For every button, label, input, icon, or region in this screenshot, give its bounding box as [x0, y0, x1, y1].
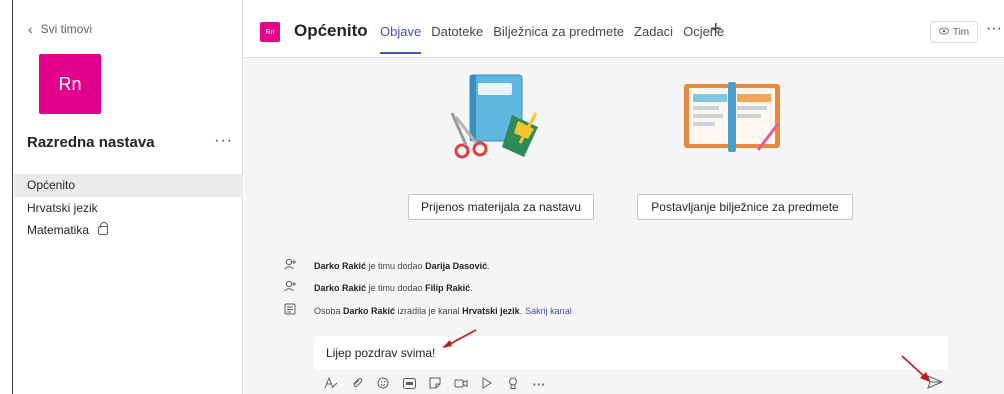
- send-button[interactable]: [927, 375, 944, 394]
- attach-icon[interactable]: [350, 377, 364, 392]
- activity-item: Osoba Darko Rakić izradila je kanal Hrva…: [280, 303, 572, 318]
- chevron-left-icon: ‹: [28, 21, 33, 37]
- actor-name: Darko Rakić: [314, 260, 367, 271]
- target-name: Filip Rakić: [425, 282, 471, 293]
- person-add-icon: [280, 280, 300, 295]
- actor-name: Darko Rakić: [314, 282, 367, 293]
- sidebar-item-matematika[interactable]: Matematika: [14, 219, 243, 242]
- channel-header: Rn Općenito Objave Datoteke Bilježnica z…: [244, 0, 1004, 58]
- tab-biljeznica[interactable]: Bilježnica za predmete: [493, 24, 624, 58]
- channel-icon: [280, 303, 300, 318]
- header-more-options-button[interactable]: ···: [986, 20, 1002, 38]
- tab-zadaci[interactable]: Zadaci: [634, 24, 673, 58]
- activity-tail: .: [487, 260, 490, 271]
- activity-item: Darko Rakić je timu dodao Filip Rakić .: [280, 280, 473, 295]
- activity-text: je timu dodao: [366, 282, 426, 293]
- stream-icon[interactable]: [480, 377, 494, 392]
- message-compose-box[interactable]: Lijep pozdrav svima!: [314, 336, 948, 370]
- team-avatar: Rn: [39, 54, 101, 114]
- sidebar-item-opcenito[interactable]: Općenito: [14, 174, 243, 197]
- lock-icon: [98, 222, 109, 235]
- format-icon[interactable]: [324, 376, 338, 392]
- channel-title: Općenito: [294, 21, 368, 40]
- activity-text: izradila je kanal: [395, 305, 463, 316]
- meet-now-icon[interactable]: [454, 377, 468, 392]
- target-name: Darija Dasović: [425, 260, 488, 271]
- channel-label: Hrvatski jezik: [27, 201, 98, 215]
- materials-illustration: [440, 73, 560, 170]
- team-button[interactable]: Tim: [930, 21, 978, 43]
- channel-tabs: Objave Datoteke Bilježnica za predmete Z…: [380, 24, 734, 58]
- compose-toolbar: ···: [324, 376, 546, 392]
- actor-name: Darko Rakić: [343, 305, 396, 316]
- tab-objave[interactable]: Objave: [380, 24, 422, 58]
- activity-tail: .: [519, 305, 523, 316]
- upload-materials-button[interactable]: Prijenos materijala za nastavu: [408, 194, 594, 220]
- channel-team-avatar: Rn: [260, 22, 280, 42]
- activity-prefix: Osoba: [314, 305, 344, 316]
- sticker-icon[interactable]: [428, 377, 442, 392]
- setup-notebook-button[interactable]: Postavljanje bilježnice za predmete: [637, 194, 853, 220]
- praise-icon[interactable]: [506, 377, 520, 392]
- emoji-icon[interactable]: [376, 377, 390, 392]
- gif-icon[interactable]: [402, 377, 416, 392]
- app-rail: [0, 0, 13, 394]
- team-button-label: Tim: [952, 26, 970, 38]
- person-add-icon: [280, 258, 300, 273]
- activity-text: je timu dodao: [366, 260, 426, 271]
- more-options-icon[interactable]: ···: [532, 377, 546, 392]
- channel-label: Općenito: [27, 178, 76, 192]
- back-label: Svi timovi: [40, 22, 93, 36]
- channel-label: Matematika: [27, 223, 90, 237]
- channel-main: Rn Općenito Objave Datoteke Bilježnica z…: [244, 0, 1004, 394]
- team-sidebar: ‹ Svi timovi Rn Razredna nastava ··· Opć…: [14, 0, 243, 394]
- target-name: Hrvatski jezik: [462, 305, 520, 316]
- eye-icon: [938, 27, 949, 38]
- activity-item: Darko Rakić je timu dodao Darija Dasović…: [280, 258, 490, 273]
- activity-tail: .: [470, 282, 473, 293]
- notebook-illustration: [678, 80, 788, 165]
- send-icon: [927, 375, 944, 389]
- back-to-teams-link[interactable]: ‹ Svi timovi: [28, 21, 92, 37]
- add-tab-button[interactable]: +: [710, 18, 722, 41]
- tab-datoteke[interactable]: Datoteke: [431, 24, 483, 58]
- team-name: Razredna nastava: [27, 134, 155, 151]
- sidebar-item-hrvatski-jezik[interactable]: Hrvatski jezik: [14, 197, 243, 220]
- hide-channel-link[interactable]: Sakrij kanal: [525, 306, 572, 316]
- team-more-options-button[interactable]: ···: [214, 132, 233, 150]
